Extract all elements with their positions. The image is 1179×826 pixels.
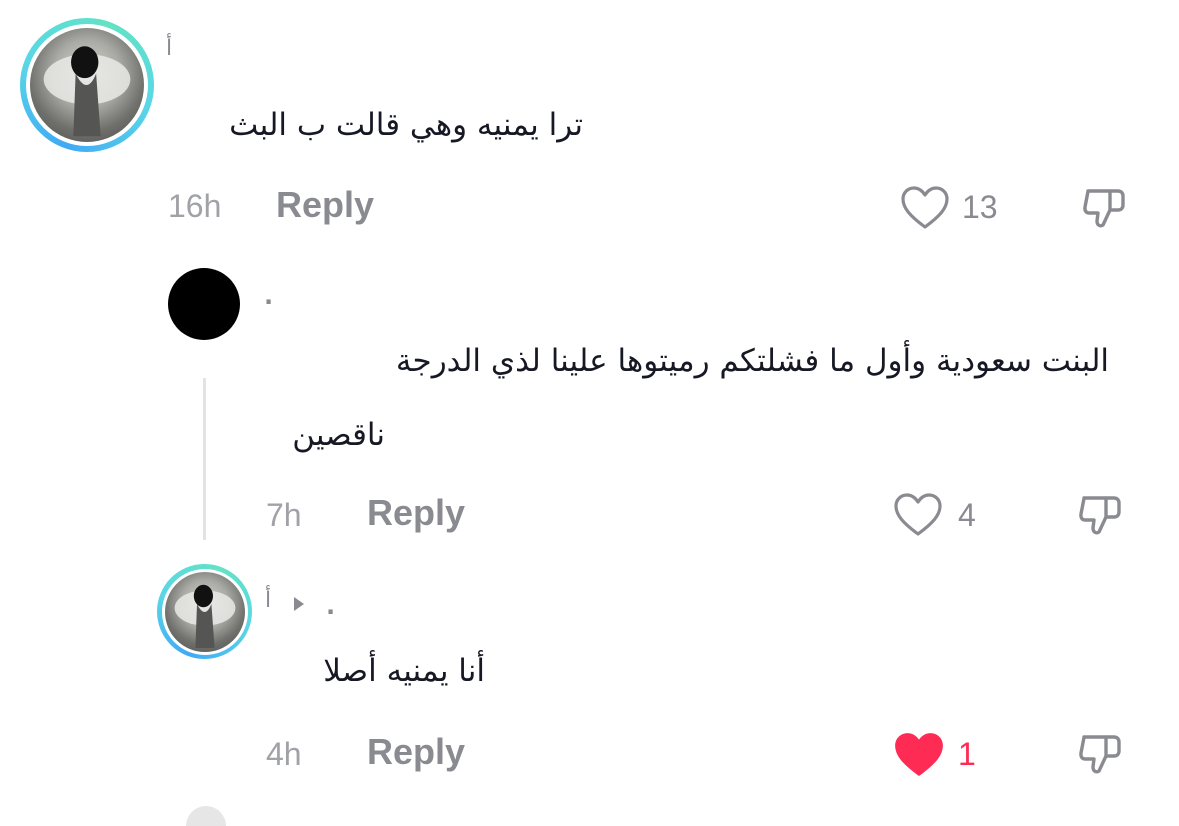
like-button[interactable] <box>900 185 950 231</box>
dislike-icon <box>1076 490 1126 540</box>
heart-outline-icon <box>893 492 943 538</box>
comment-username[interactable]: أ <box>265 588 271 613</box>
comment-timestamp: 7h <box>266 497 302 533</box>
reply-button[interactable]: Reply <box>367 731 465 773</box>
heart-filled-icon <box>893 731 945 779</box>
comment-timestamp: 16h <box>168 188 222 224</box>
comment-timestamp: 4h <box>266 736 302 772</box>
comment-text-line: ناقصين <box>292 417 385 453</box>
reply-button[interactable]: Reply <box>276 184 374 226</box>
avatar[interactable] <box>157 564 252 659</box>
comment-text: ترا يمنيه وهي قالت ب البث <box>229 107 583 143</box>
comment-username[interactable]: أ <box>166 36 172 61</box>
reply-arrow-icon <box>294 597 304 611</box>
dislike-button[interactable] <box>1080 183 1130 233</box>
avatar[interactable] <box>168 268 240 340</box>
like-button[interactable] <box>893 492 943 538</box>
avatar-image <box>30 28 144 142</box>
like-count: 1 <box>958 736 976 772</box>
comment-text: أنا يمنيه أصلا <box>323 653 485 689</box>
dislike-button[interactable] <box>1076 490 1126 540</box>
comment-text-line: البنت سعودية وأول ما فشلتكم رميتوها علين… <box>395 343 1109 379</box>
thread-line <box>203 378 206 540</box>
dislike-icon <box>1076 729 1126 779</box>
heart-outline-icon <box>900 185 950 231</box>
avatar-image <box>164 571 245 652</box>
dislike-icon <box>1080 183 1130 233</box>
like-button[interactable] <box>893 731 945 779</box>
avatar[interactable] <box>20 18 154 152</box>
dislike-button[interactable] <box>1076 729 1126 779</box>
like-count: 4 <box>958 497 976 533</box>
comment-username[interactable]: . <box>264 282 273 310</box>
reply-to-username[interactable]: . <box>326 592 335 620</box>
avatar[interactable] <box>186 806 226 826</box>
reply-button[interactable]: Reply <box>367 492 465 534</box>
like-count: 13 <box>962 189 998 225</box>
